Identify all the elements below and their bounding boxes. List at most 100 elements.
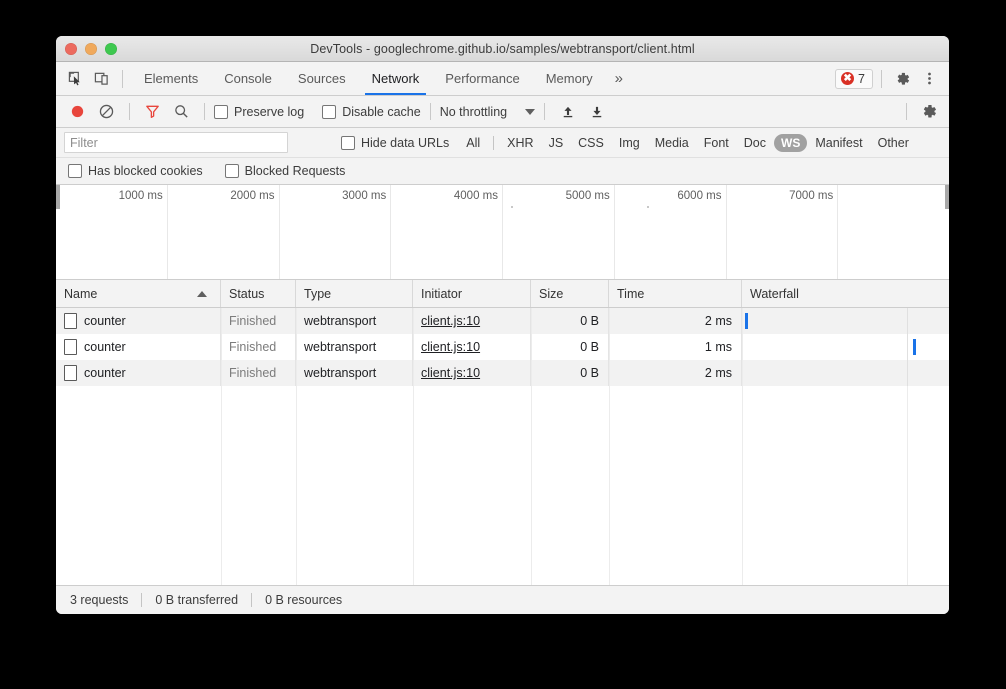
column-header-time-label: Time	[617, 287, 644, 301]
preserve-log-checkbox[interactable]: Preserve log	[214, 105, 304, 119]
initiator-link[interactable]: client.js:10	[421, 366, 480, 380]
type-filter-img[interactable]: Img	[612, 134, 647, 152]
document-icon	[64, 339, 77, 355]
overview-right-resize-handle[interactable]	[945, 185, 949, 209]
column-header-name[interactable]: Name	[56, 280, 221, 307]
type-filter-xhr[interactable]: XHR	[500, 134, 540, 152]
maximize-window-button[interactable]	[105, 43, 117, 55]
blocked-requests-checkbox[interactable]: Blocked Requests	[225, 164, 346, 178]
more-tabs-button[interactable]: »	[606, 62, 632, 95]
tabbar-right-divider	[881, 70, 882, 88]
type-filter-media[interactable]: Media	[648, 134, 696, 152]
overview-tick-label: 4000 ms	[454, 190, 498, 202]
blocked-requests-box	[225, 164, 239, 178]
record-icon[interactable]	[64, 98, 91, 125]
overview-marker-dot	[647, 206, 649, 208]
has-blocked-cookies-checkbox[interactable]: Has blocked cookies	[68, 164, 203, 178]
requests-table-body: counter Finished webtransport client.js:…	[56, 308, 949, 585]
kebab-menu-icon[interactable]	[916, 66, 942, 92]
device-toolbar-icon[interactable]	[88, 66, 114, 92]
waterfall-bar	[913, 339, 916, 355]
resources-size[interactable]: 0 B resources	[265, 593, 342, 607]
hide-data-urls-label: Hide data URLs	[361, 136, 449, 150]
inspect-element-icon[interactable]	[62, 66, 88, 92]
column-header-initiator[interactable]: Initiator	[413, 280, 531, 307]
minimize-window-button[interactable]	[85, 43, 97, 55]
network-settings-gear-icon[interactable]	[916, 98, 943, 125]
filter-funnel-icon[interactable]	[139, 98, 166, 125]
throttling-dropdown[interactable]: No throttling	[440, 105, 535, 119]
cell-time: 2 ms	[609, 308, 742, 334]
disable-cache-checkbox[interactable]: Disable cache	[322, 105, 421, 119]
tab-console-label: Console	[224, 71, 272, 86]
overview-left-resize-handle[interactable]	[56, 185, 60, 209]
type-filter-all[interactable]: All	[459, 134, 487, 152]
column-header-size[interactable]: Size	[531, 280, 609, 307]
column-header-name-label: Name	[64, 287, 97, 301]
cell-name-label: counter	[84, 366, 126, 380]
tab-elements[interactable]: Elements	[131, 62, 211, 95]
overview-tick-cell: 2000 ms	[168, 185, 280, 279]
tab-console[interactable]: Console	[211, 62, 285, 95]
import-har-icon[interactable]	[554, 98, 581, 125]
network-toolbar: Preserve log Disable cache No throttling	[56, 96, 949, 128]
tab-sources[interactable]: Sources	[285, 62, 359, 95]
toolbar-divider-5	[906, 103, 907, 120]
type-filter-css[interactable]: CSS	[571, 134, 611, 152]
initiator-link[interactable]: client.js:10	[421, 340, 480, 354]
cell-status: Finished	[221, 334, 296, 360]
resource-type-filters: All XHR JS CSS Img Media Font Doc WS Man…	[459, 134, 916, 152]
close-window-button[interactable]	[65, 43, 77, 55]
column-header-status[interactable]: Status	[221, 280, 296, 307]
column-header-waterfall[interactable]: Waterfall	[742, 280, 949, 307]
table-row[interactable]: counter Finished webtransport client.js:…	[56, 360, 949, 386]
type-filter-manifest[interactable]: Manifest	[808, 134, 869, 152]
hide-data-urls-checkbox[interactable]: Hide data URLs	[341, 136, 449, 150]
tab-performance[interactable]: Performance	[432, 62, 532, 95]
filter-input[interactable]	[64, 132, 288, 153]
type-filter-ws[interactable]: WS	[774, 134, 807, 152]
column-header-initiator-label: Initiator	[421, 287, 462, 301]
initiator-link[interactable]: client.js:10	[421, 314, 480, 328]
overview-tick-label: 2000 ms	[230, 190, 274, 202]
table-row[interactable]: counter Finished webtransport client.js:…	[56, 308, 949, 334]
overview-ruler: 1000 ms 2000 ms 3000 ms 4000 ms 5000 ms …	[56, 185, 949, 279]
column-header-size-label: Size	[539, 287, 563, 301]
type-filter-font[interactable]: Font	[697, 134, 736, 152]
cell-status: Finished	[221, 308, 296, 334]
cell-waterfall	[742, 360, 949, 386]
type-filter-doc[interactable]: Doc	[737, 134, 773, 152]
toolbar-divider-2	[204, 103, 205, 120]
devtools-window: DevTools - googlechrome.github.io/sample…	[56, 36, 949, 614]
cell-name-label: counter	[84, 340, 126, 354]
clear-icon[interactable]	[93, 98, 120, 125]
cell-name: counter	[56, 360, 221, 386]
network-overview-timeline[interactable]: 1000 ms 2000 ms 3000 ms 4000 ms 5000 ms …	[56, 185, 949, 280]
table-row[interactable]: counter Finished webtransport client.js:…	[56, 334, 949, 360]
requests-table-header: Name Status Type Initiator Size Time Wat…	[56, 280, 949, 308]
blocked-filters-bar: Has blocked cookies Blocked Requests	[56, 158, 949, 185]
sort-ascending-icon	[197, 291, 207, 297]
transferred-size[interactable]: 0 B transferred	[155, 593, 238, 607]
type-filter-js[interactable]: JS	[542, 134, 571, 152]
cell-size: 0 B	[531, 360, 609, 386]
cell-name-label: counter	[84, 314, 126, 328]
tab-elements-label: Elements	[144, 71, 198, 86]
search-icon[interactable]	[168, 98, 195, 125]
cell-size: 0 B	[531, 334, 609, 360]
column-header-type[interactable]: Type	[296, 280, 413, 307]
overview-tick-label: 1000 ms	[119, 190, 163, 202]
requests-count[interactable]: 3 requests	[70, 593, 128, 607]
type-filter-other[interactable]: Other	[871, 134, 916, 152]
tab-network[interactable]: Network	[359, 62, 433, 95]
export-har-icon[interactable]	[583, 98, 610, 125]
filter-bar: Hide data URLs All XHR JS CSS Img Media …	[56, 128, 949, 158]
error-count-badge[interactable]: ✖ 7	[835, 69, 873, 89]
overview-tick-cell: 7000 ms	[727, 185, 839, 279]
tab-memory[interactable]: Memory	[533, 62, 606, 95]
window-title: DevTools - googlechrome.github.io/sample…	[56, 42, 949, 56]
overview-tick-cell: 4000 ms	[391, 185, 503, 279]
column-header-time[interactable]: Time	[609, 280, 742, 307]
tab-memory-label: Memory	[546, 71, 593, 86]
gear-icon[interactable]	[890, 66, 916, 92]
